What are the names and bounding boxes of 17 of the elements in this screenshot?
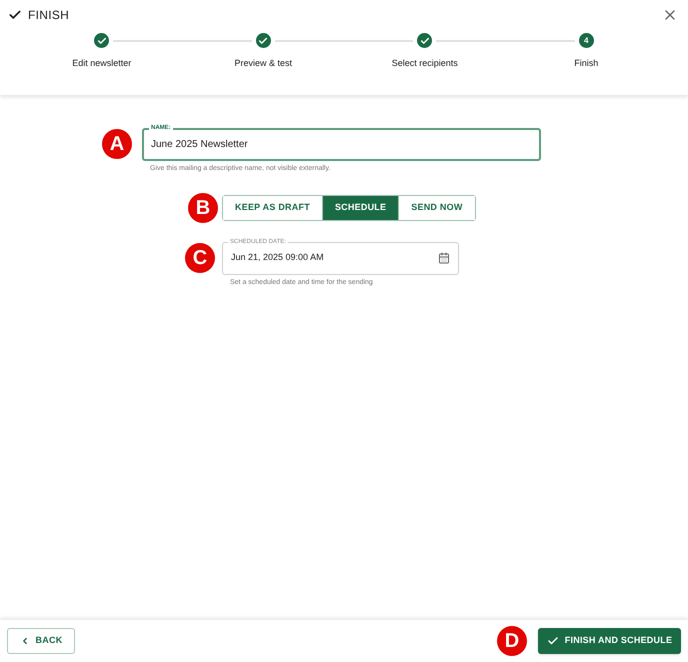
- back-button[interactable]: BACK: [7, 628, 75, 654]
- mode-toggle[interactable]: SCHEDULE: [322, 196, 398, 220]
- calendar-icon[interactable]: [438, 252, 450, 264]
- check-icon: [546, 635, 559, 647]
- step-indicator: 4: [578, 33, 594, 48]
- step-label: Finish: [574, 57, 598, 70]
- annotation-marker: D: [497, 626, 527, 656]
- step-label: Preview & test: [234, 57, 292, 70]
- step-label: Edit newsletter: [72, 57, 132, 70]
- check-icon: [8, 8, 22, 22]
- annotation-marker: B: [188, 192, 218, 222]
- annotation-marker: A: [102, 129, 132, 159]
- step-label: Select recipients: [392, 57, 458, 70]
- mode-toggle[interactable]: SEND NOW: [398, 196, 475, 220]
- dialog-title: FINISH: [28, 6, 70, 24]
- finish-button[interactable]: FINISH AND SCHEDULE: [538, 628, 681, 654]
- annotation-marker: C: [185, 242, 215, 272]
